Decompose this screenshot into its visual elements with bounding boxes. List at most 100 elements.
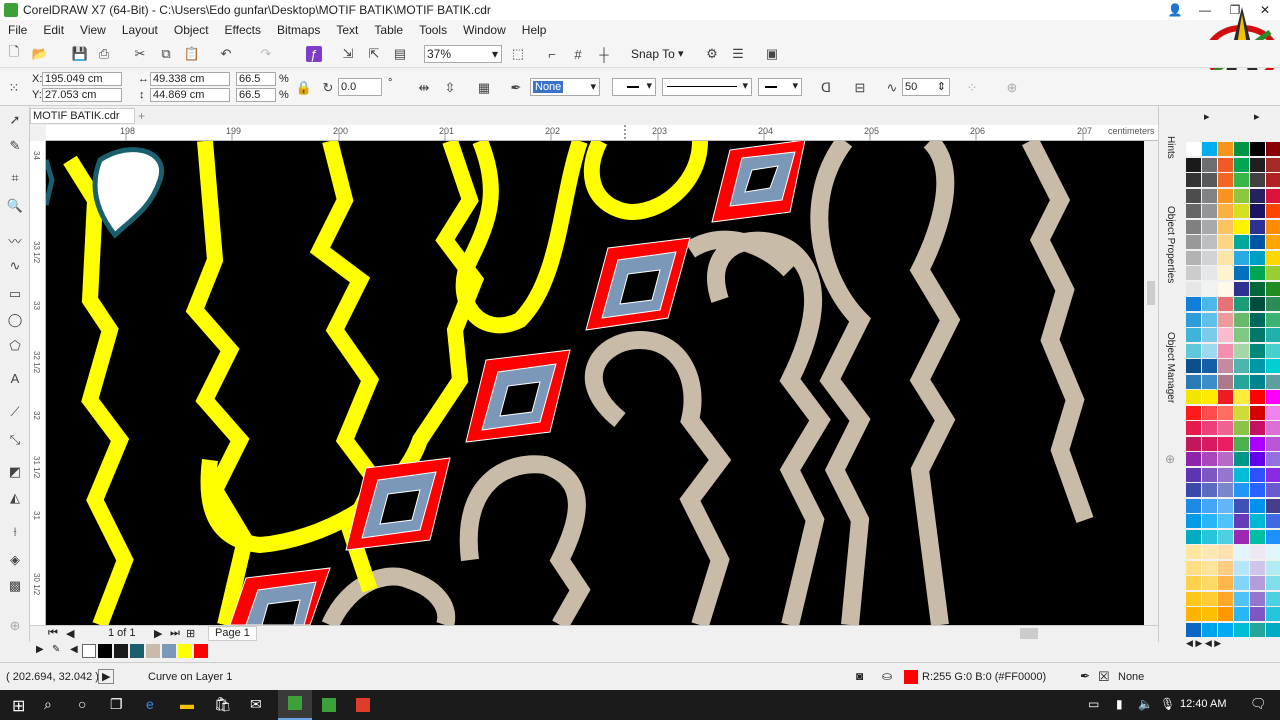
- print-icon[interactable]: ⎙: [96, 46, 112, 62]
- palette-swatch[interactable]: [1266, 390, 1280, 404]
- palette-swatch[interactable]: [1266, 235, 1280, 249]
- palette-swatch[interactable]: [1234, 607, 1249, 621]
- palette-swatch[interactable]: [1234, 591, 1249, 606]
- palette-swatch[interactable]: [1202, 622, 1217, 637]
- palette-swatch[interactable]: [1186, 591, 1201, 606]
- palette-swatch[interactable]: [1202, 188, 1217, 203]
- palette-swatch[interactable]: [1186, 390, 1201, 404]
- palette-swatch[interactable]: [1234, 343, 1249, 358]
- palette-swatch[interactable]: [1250, 576, 1265, 590]
- palette-swatch[interactable]: [1266, 374, 1280, 389]
- horizontal-scrollbar[interactable]: [606, 628, 1140, 639]
- swatch-black[interactable]: [98, 644, 112, 658]
- palette-swatch[interactable]: [1234, 576, 1249, 590]
- corel-capture-icon[interactable]: [356, 698, 370, 712]
- palette-swatch[interactable]: [1266, 343, 1280, 358]
- palette-swatch[interactable]: [1250, 359, 1265, 373]
- palette-swatch[interactable]: [1202, 560, 1217, 575]
- close-curve-icon[interactable]: ᗡ: [818, 80, 834, 96]
- palette-swatch[interactable]: [1266, 498, 1280, 513]
- palette-swatch[interactable]: [1266, 173, 1280, 187]
- palette-swatch[interactable]: [1202, 498, 1217, 513]
- palette-scroll-arrows-icon[interactable]: ◀ ▶ ◀ ▶: [1186, 638, 1221, 649]
- palette-swatch[interactable]: [1234, 622, 1249, 637]
- palette-swatch[interactable]: [1218, 374, 1233, 389]
- smart-fill-icon[interactable]: ▩: [7, 578, 23, 594]
- palette-swatch[interactable]: [1234, 204, 1249, 218]
- palette-swatch[interactable]: [1186, 421, 1201, 435]
- palette-swatch[interactable]: [1218, 405, 1233, 420]
- palette-swatch[interactable]: [1186, 560, 1201, 575]
- palette-swatch[interactable]: [1250, 312, 1265, 327]
- palette-swatch[interactable]: [1250, 374, 1265, 389]
- palette-swatch[interactable]: [1202, 312, 1217, 327]
- palette-swatch[interactable]: [1250, 622, 1265, 637]
- y-position-field[interactable]: 27.053 cm: [42, 88, 122, 102]
- palette-swatch[interactable]: [1250, 498, 1265, 513]
- menu-table[interactable]: Table: [366, 23, 411, 37]
- palette-swatch[interactable]: [1234, 560, 1249, 575]
- palette-swatch[interactable]: [1186, 173, 1201, 187]
- add-tool-icon[interactable]: ⊕: [7, 618, 23, 634]
- swatch-blue[interactable]: [162, 644, 176, 658]
- palette-swatch[interactable]: [1218, 173, 1233, 187]
- palette-swatch[interactable]: [1250, 591, 1265, 606]
- palette-swatch[interactable]: [1186, 529, 1201, 544]
- line-style-select[interactable]: ▾: [662, 78, 752, 96]
- palette-swatch[interactable]: [1218, 343, 1233, 358]
- palette-swatch[interactable]: [1250, 436, 1265, 451]
- palette-swatch[interactable]: [1250, 421, 1265, 435]
- palette-swatch[interactable]: [1250, 390, 1265, 404]
- menu-tools[interactable]: Tools: [411, 23, 455, 37]
- palette-swatch[interactable]: [1266, 142, 1280, 156]
- swatch-teal[interactable]: [130, 644, 144, 658]
- palette-swatch[interactable]: [1250, 545, 1265, 559]
- show-guidelines-icon[interactable]: ┼: [596, 46, 612, 62]
- palette-swatch[interactable]: [1266, 529, 1280, 544]
- coreldraw-taskbar-button[interactable]: [278, 690, 312, 720]
- snap-to-chevron-icon[interactable]: ▾: [678, 47, 684, 61]
- fill-color-swatch[interactable]: [904, 670, 918, 684]
- palette-swatch[interactable]: [1218, 266, 1233, 280]
- artistic-media-tool-icon[interactable]: ∿: [7, 258, 23, 274]
- drawing-canvas[interactable]: [46, 141, 1144, 625]
- page-tab[interactable]: Page 1: [208, 626, 257, 641]
- palette-swatch[interactable]: [1202, 483, 1217, 497]
- search-icon[interactable]: ⌕: [44, 696, 52, 713]
- swatch-yellow[interactable]: [178, 644, 192, 658]
- text-tool-icon[interactable]: A: [7, 370, 23, 386]
- palette-swatch[interactable]: [1250, 219, 1265, 234]
- palette-swatch[interactable]: [1186, 498, 1201, 513]
- palette-swatch[interactable]: [1250, 328, 1265, 342]
- palette-swatch[interactable]: [1266, 312, 1280, 327]
- add-page-icon[interactable]: ⊞: [186, 627, 195, 640]
- launcher-icon[interactable]: ▣: [764, 46, 780, 62]
- palette-swatch[interactable]: [1266, 436, 1280, 451]
- palette-swatch[interactable]: [1234, 297, 1249, 311]
- options-icon[interactable]: ⚙: [704, 46, 720, 62]
- palette-swatch[interactable]: [1234, 483, 1249, 497]
- mirror-vertical-icon[interactable]: ⇳: [442, 80, 458, 96]
- publish-pdf-icon[interactable]: ▤: [392, 46, 408, 62]
- palette-swatch[interactable]: [1234, 498, 1249, 513]
- scale-y-field[interactable]: 66.5: [236, 88, 276, 102]
- palette-swatch[interactable]: [1218, 359, 1233, 373]
- edit-fill-icon[interactable]: ▦: [476, 80, 492, 96]
- palette-swatch[interactable]: [1186, 359, 1201, 373]
- palette-swatch[interactable]: [1186, 622, 1201, 637]
- open-icon[interactable]: 📂: [32, 46, 48, 62]
- palette-swatch[interactable]: [1234, 173, 1249, 187]
- swatch-none[interactable]: [82, 644, 96, 658]
- smoothing-field[interactable]: 50 ⇕: [902, 78, 950, 96]
- undo-icon[interactable]: ↶: [218, 46, 234, 62]
- start-arrowhead-select[interactable]: ▾: [612, 78, 656, 96]
- status-play-icon[interactable]: ▶: [98, 669, 115, 684]
- drop-shadow-tool-icon[interactable]: ◩: [7, 464, 23, 480]
- palette-swatch[interactable]: [1266, 591, 1280, 606]
- action-center-icon[interactable]: 🗨: [1250, 696, 1267, 712]
- save-icon[interactable]: 💾: [72, 46, 88, 62]
- tray-network-icon[interactable]: ▭: [1088, 697, 1099, 711]
- palette-swatch[interactable]: [1218, 467, 1233, 482]
- menu-help[interactable]: Help: [514, 23, 555, 37]
- swatch-dark[interactable]: [114, 644, 128, 658]
